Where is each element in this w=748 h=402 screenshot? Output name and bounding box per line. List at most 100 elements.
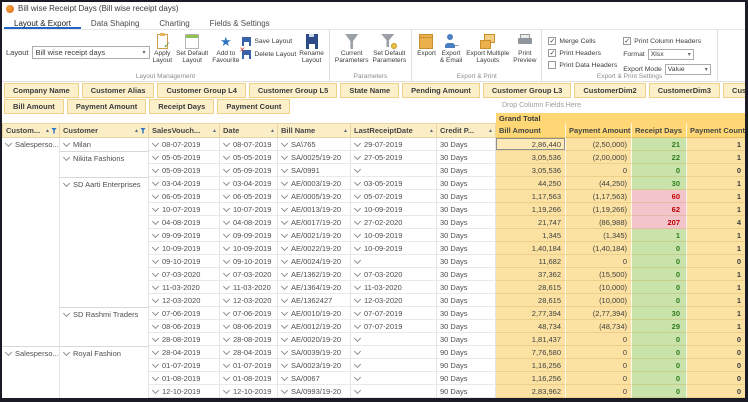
bill-name-cell[interactable]: AE/0022/19-20 <box>278 242 351 255</box>
checkbox-print-column-headers[interactable]: ✓Print Column Headers <box>623 37 711 45</box>
bill-name-cell[interactable]: AE/0024/19-20 <box>278 255 351 268</box>
field-chip-company-name[interactable]: Company Name <box>4 83 79 98</box>
payment-amount-cell[interactable]: (1,19,266) <box>566 203 632 216</box>
payment-amount-cell[interactable]: (2,77,394) <box>566 307 632 320</box>
payment-count-cell[interactable]: 1 <box>687 242 745 255</box>
group-cell[interactable] <box>2 333 60 346</box>
credit-period-cell[interactable]: 30 Days <box>437 333 496 346</box>
bill-amount-cell[interactable]: 3,05,536 <box>496 151 566 164</box>
sales-voucher-date-cell[interactable]: 09-09-2019 <box>149 229 220 242</box>
bill-amount-cell[interactable]: 11,682 <box>496 255 566 268</box>
column-header-bill-name[interactable]: Bill Name▲ <box>278 123 351 138</box>
payment-count-cell[interactable]: 1 <box>687 138 745 151</box>
group-cell[interactable] <box>2 203 60 216</box>
credit-period-cell[interactable]: 30 Days <box>437 281 496 294</box>
bill-amount-cell[interactable]: 1,345 <box>496 229 566 242</box>
date-cell[interactable]: 03-04-2019 <box>220 177 278 190</box>
checkbox-print-headers[interactable]: ✓Print Headers <box>548 49 617 57</box>
payment-count-cell[interactable]: 1 <box>687 294 745 307</box>
field-chip-customerdim2[interactable]: CustomerDim2 <box>574 83 645 98</box>
payment-count-cell[interactable]: 1 <box>687 190 745 203</box>
receipt-days-cell[interactable]: 30 <box>632 307 687 320</box>
customer-cell[interactable] <box>60 359 149 372</box>
sales-voucher-date-cell[interactable]: 11-03-2020 <box>149 281 220 294</box>
bill-name-cell[interactable]: SA/0025/19-20 <box>278 151 351 164</box>
bill-name-cell[interactable]: AE/1362/19-20 <box>278 268 351 281</box>
receipt-days-cell[interactable]: 60 <box>632 190 687 203</box>
group-cell[interactable]: Salesperso... <box>2 346 60 359</box>
bill-name-cell[interactable]: SA/0023/19-20 <box>278 359 351 372</box>
date-cell[interactable]: 05-09-2019 <box>220 164 278 177</box>
credit-period-cell[interactable]: 90 Days <box>437 372 496 385</box>
bill-name-cell[interactable]: AE/0012/19-20 <box>278 320 351 333</box>
payment-amount-cell[interactable]: 0 <box>566 359 632 372</box>
receipt-days-cell[interactable]: 0 <box>632 255 687 268</box>
bill-amount-cell[interactable]: 37,362 <box>496 268 566 281</box>
payment-amount-cell[interactable]: 0 <box>566 164 632 177</box>
payment-amount-cell[interactable]: (2,50,000) <box>566 138 632 151</box>
group-cell[interactable] <box>2 385 60 398</box>
group-cell[interactable] <box>2 164 60 177</box>
payment-count-cell[interactable]: 0 <box>687 333 745 346</box>
last-receipt-date-cell[interactable]: 27-05-2019 <box>351 151 437 164</box>
bill-name-cell[interactable]: AE/0013/19-20 <box>278 203 351 216</box>
bill-amount-cell[interactable]: 1,16,256 <box>496 372 566 385</box>
date-cell[interactable]: 09-09-2019 <box>220 229 278 242</box>
field-chip-customer-group-l3[interactable]: Customer Group L3 <box>483 83 571 98</box>
payment-count-cell[interactable]: 1 <box>687 151 745 164</box>
receipt-days-cell[interactable]: 0 <box>632 385 687 398</box>
receipt-days-cell[interactable]: 0 <box>632 281 687 294</box>
last-receipt-date-cell[interactable] <box>351 346 437 359</box>
payment-amount-cell[interactable]: (1,17,563) <box>566 190 632 203</box>
customer-cell[interactable] <box>60 190 149 203</box>
payment-count-cell[interactable]: 1 <box>687 229 745 242</box>
sales-voucher-date-cell[interactable]: 12-10-2019 <box>149 385 220 398</box>
field-chip-customer-group-l4[interactable]: Customer Group L4 <box>157 83 245 98</box>
sales-voucher-date-cell[interactable]: 04-08-2019 <box>149 216 220 229</box>
customer-cell[interactable] <box>60 203 149 216</box>
last-receipt-date-cell[interactable] <box>351 333 437 346</box>
button-current-parameters[interactable]: CurrentParameters <box>334 32 370 65</box>
sales-voucher-date-cell[interactable]: 09-10-2019 <box>149 255 220 268</box>
button-save-layout[interactable]: Save Layout <box>242 37 296 46</box>
receipt-days-cell[interactable]: 30 <box>632 177 687 190</box>
payment-amount-cell[interactable]: (15,500) <box>566 268 632 281</box>
group-cell[interactable] <box>2 216 60 229</box>
receipt-days-cell[interactable]: 62 <box>632 203 687 216</box>
tab-charting[interactable]: Charting <box>149 15 199 29</box>
bill-name-cell[interactable]: SA/0039/19-20 <box>278 346 351 359</box>
button-export-multiple-layouts[interactable]: Export MultipleLayouts <box>465 32 510 65</box>
receipt-days-cell[interactable]: 1 <box>632 229 687 242</box>
value-column-header-bill-amount[interactable]: Bill Amount <box>496 123 566 138</box>
sales-voucher-date-cell[interactable]: 28-08-2019 <box>149 333 220 346</box>
date-cell[interactable]: 12-03-2020 <box>220 294 278 307</box>
receipt-days-cell[interactable]: 0 <box>632 242 687 255</box>
group-cell[interactable]: Salesperso... <box>2 138 60 151</box>
field-chip-customerdim3[interactable]: CustomerDim3 <box>649 83 720 98</box>
payment-count-cell[interactable]: 0 <box>687 164 745 177</box>
customer-cell[interactable] <box>60 164 149 177</box>
last-receipt-date-cell[interactable]: 07-07-2019 <box>351 320 437 333</box>
checkbox-print-data-headers[interactable]: Print Data Headers <box>548 61 617 69</box>
bill-amount-cell[interactable]: 1,17,563 <box>496 190 566 203</box>
customer-cell[interactable] <box>60 229 149 242</box>
customer-cell[interactable]: SD Rashmi Traders <box>60 307 149 320</box>
date-cell[interactable]: 12-10-2019 <box>220 385 278 398</box>
credit-period-cell[interactable]: 30 Days <box>437 216 496 229</box>
payment-count-cell[interactable]: 0 <box>687 359 745 372</box>
last-receipt-date-cell[interactable] <box>351 164 437 177</box>
last-receipt-date-cell[interactable]: 05-07-2019 <box>351 190 437 203</box>
button-export-email[interactable]: Export& Email <box>439 32 463 65</box>
bill-amount-cell[interactable]: 28,615 <box>496 281 566 294</box>
date-cell[interactable]: 28-04-2019 <box>220 346 278 359</box>
last-receipt-date-cell[interactable]: 29-07-2019 <box>351 138 437 151</box>
customer-cell[interactable]: Nikita Fashions <box>60 151 149 164</box>
bill-amount-cell[interactable]: 2,86,440 <box>496 138 566 151</box>
customer-cell[interactable] <box>60 385 149 398</box>
field-chip-state-name[interactable]: State Name <box>340 83 399 98</box>
bill-amount-cell[interactable]: 48,734 <box>496 320 566 333</box>
bill-amount-cell[interactable]: 1,81,437 <box>496 333 566 346</box>
date-cell[interactable]: 08-07-2019 <box>220 138 278 151</box>
payment-amount-cell[interactable]: 0 <box>566 333 632 346</box>
value-column-header-payment-amount[interactable]: Payment Amount <box>566 123 632 138</box>
